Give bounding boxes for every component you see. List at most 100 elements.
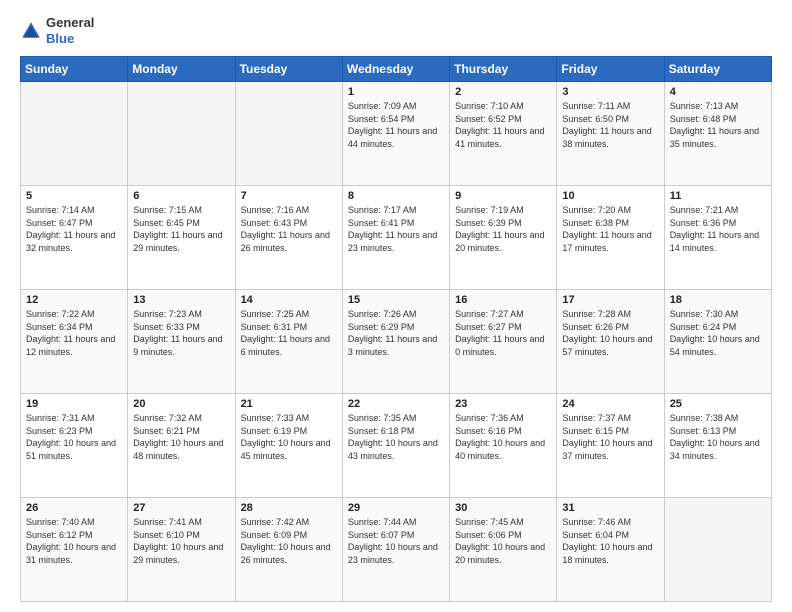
day-number: 30	[455, 502, 551, 514]
calendar-cell: 31 Sunrise: 7:46 AMSunset: 6:04 PMDayligh…	[557, 498, 664, 602]
day-info: Sunrise: 7:28 AMSunset: 6:26 PMDaylight:…	[562, 308, 658, 358]
calendar-cell	[235, 82, 342, 186]
day-info: Sunrise: 7:26 AMSunset: 6:29 PMDaylight:…	[348, 308, 444, 358]
day-number: 9	[455, 190, 551, 202]
logo-text: General Blue	[46, 15, 94, 46]
day-info: Sunrise: 7:37 AMSunset: 6:15 PMDaylight:…	[562, 412, 658, 462]
day-number: 14	[241, 294, 337, 306]
calendar-cell: 10 Sunrise: 7:20 AMSunset: 6:38 PMDayligh…	[557, 186, 664, 290]
day-number: 8	[348, 190, 444, 202]
calendar-cell: 25 Sunrise: 7:38 AMSunset: 6:13 PMDayligh…	[664, 394, 771, 498]
weekday-header: Thursday	[450, 57, 557, 82]
day-number: 17	[562, 294, 658, 306]
calendar-cell: 2Sunrise: 7:10 AMSunset: 6:52 PMDaylight…	[450, 82, 557, 186]
day-info: Sunrise: 7:20 AMSunset: 6:38 PMDaylight:…	[562, 204, 658, 254]
weekday-header: Tuesday	[235, 57, 342, 82]
day-info: Sunrise: 7:27 AMSunset: 6:27 PMDaylight:…	[455, 308, 551, 358]
day-info: Sunrise: 7:22 AMSunset: 6:34 PMDaylight:…	[26, 308, 122, 358]
calendar-cell: 21Sunrise: 7:33 AMSunset: 6:19 PMDayligh…	[235, 394, 342, 498]
day-number: 29	[348, 502, 444, 514]
day-number: 16	[455, 294, 551, 306]
day-number: 10	[562, 190, 658, 202]
day-info: Sunrise: 7:19 AMSunset: 6:39 PMDaylight:…	[455, 204, 551, 254]
calendar-cell: 5 Sunrise: 7:14 AMSunset: 6:47 PMDaylight…	[21, 186, 128, 290]
day-number: 23	[455, 398, 551, 410]
day-info: Sunrise: 7:35 AMSunset: 6:18 PMDaylight:…	[348, 412, 444, 462]
page: General Blue SundayMondayTuesdayWednesda…	[0, 0, 792, 612]
calendar-cell: 16 Sunrise: 7:27 AMSunset: 6:27 PMDayligh…	[450, 290, 557, 394]
day-info: Sunrise: 7:38 AMSunset: 6:13 PMDaylight:…	[670, 412, 766, 462]
day-info: Sunrise: 7:17 AMSunset: 6:41 PMDaylight:…	[348, 204, 444, 254]
weekday-header: Saturday	[664, 57, 771, 82]
day-info: Sunrise: 7:14 AMSunset: 6:47 PMDaylight:…	[26, 204, 122, 254]
day-number: 31	[562, 502, 658, 514]
day-number: 15	[348, 294, 444, 306]
day-number: 26	[26, 502, 122, 514]
day-number: 3	[562, 86, 658, 98]
logo: General Blue	[20, 15, 94, 46]
calendar-cell: 18 Sunrise: 7:30 AMSunset: 6:24 PMDayligh…	[664, 290, 771, 394]
calendar-cell: 11 Sunrise: 7:21 AMSunset: 6:36 PMDayligh…	[664, 186, 771, 290]
day-number: 18	[670, 294, 766, 306]
calendar-cell: 20 Sunrise: 7:32 AMSunset: 6:21 PMDayligh…	[128, 394, 235, 498]
day-info: Sunrise: 7:42 AMSunset: 6:09 PMDaylight:…	[241, 516, 337, 566]
calendar-cell	[21, 82, 128, 186]
calendar-cell: 19 Sunrise: 7:31 AMSunset: 6:23 PMDayligh…	[21, 394, 128, 498]
day-info: Sunrise: 7:46 AMSunset: 6:04 PMDaylight:…	[562, 516, 658, 566]
day-info: Sunrise: 7:32 AMSunset: 6:21 PMDaylight:…	[133, 412, 229, 462]
day-number: 6	[133, 190, 229, 202]
calendar-cell: 15 Sunrise: 7:26 AMSunset: 6:29 PMDayligh…	[342, 290, 449, 394]
calendar-cell: 24 Sunrise: 7:37 AMSunset: 6:15 PMDayligh…	[557, 394, 664, 498]
day-number: 20	[133, 398, 229, 410]
calendar-cell: 17 Sunrise: 7:28 AMSunset: 6:26 PMDayligh…	[557, 290, 664, 394]
weekday-header: Sunday	[21, 57, 128, 82]
day-number: 21	[241, 398, 337, 410]
day-number: 1	[348, 86, 444, 98]
calendar-cell	[128, 82, 235, 186]
calendar-cell: 26 Sunrise: 7:40 AMSunset: 6:12 PMDayligh…	[21, 498, 128, 602]
day-info: Sunrise: 7:13 AMSunset: 6:48 PMDaylight:…	[670, 100, 766, 150]
calendar-cell: 1 Sunrise: 7:09 AMSunset: 6:54 PMDaylight…	[342, 82, 449, 186]
day-info: Sunrise: 7:41 AMSunset: 6:10 PMDaylight:…	[133, 516, 229, 566]
calendar-cell: 28 Sunrise: 7:42 AMSunset: 6:09 PMDayligh…	[235, 498, 342, 602]
day-info: Sunrise: 7:40 AMSunset: 6:12 PMDaylight:…	[26, 516, 122, 566]
day-number: 13	[133, 294, 229, 306]
day-number: 22	[348, 398, 444, 410]
day-number: 4	[670, 86, 766, 98]
calendar-cell: 27 Sunrise: 7:41 AMSunset: 6:10 PMDayligh…	[128, 498, 235, 602]
calendar-cell: 12Sunrise: 7:22 AMSunset: 6:34 PMDayligh…	[21, 290, 128, 394]
day-number: 25	[670, 398, 766, 410]
day-number: 19	[26, 398, 122, 410]
day-info: Sunrise: 7:31 AMSunset: 6:23 PMDaylight:…	[26, 412, 122, 462]
day-info: Sunrise: 7:25 AMSunset: 6:31 PMDaylight:…	[241, 308, 337, 358]
day-info: Sunrise: 7:30 AMSunset: 6:24 PMDaylight:…	[670, 308, 766, 358]
day-info: Sunrise: 7:23 AMSunset: 6:33 PMDaylight:…	[133, 308, 229, 358]
calendar-cell: 14 Sunrise: 7:25 AMSunset: 6:31 PMDayligh…	[235, 290, 342, 394]
calendar-table: SundayMondayTuesdayWednesdayThursdayFrid…	[20, 56, 772, 602]
day-number: 28	[241, 502, 337, 514]
day-info: Sunrise: 7:15 AMSunset: 6:45 PMDaylight:…	[133, 204, 229, 254]
calendar-cell: 13 Sunrise: 7:23 AMSunset: 6:33 PMDayligh…	[128, 290, 235, 394]
day-number: 11	[670, 190, 766, 202]
day-info: Sunrise: 7:11 AMSunset: 6:50 PMDaylight:…	[562, 100, 658, 150]
day-info: Sunrise: 7:09 AMSunset: 6:54 PMDaylight:…	[348, 100, 444, 150]
day-number: 5	[26, 190, 122, 202]
calendar-cell: 6 Sunrise: 7:15 AMSunset: 6:45 PMDaylight…	[128, 186, 235, 290]
header: General Blue	[20, 15, 772, 46]
weekday-header: Friday	[557, 57, 664, 82]
day-number: 27	[133, 502, 229, 514]
day-info: Sunrise: 7:21 AMSunset: 6:36 PMDaylight:…	[670, 204, 766, 254]
weekday-header: Monday	[128, 57, 235, 82]
calendar-cell	[664, 498, 771, 602]
calendar-cell: 22 Sunrise: 7:35 AMSunset: 6:18 PMDayligh…	[342, 394, 449, 498]
weekday-header: Wednesday	[342, 57, 449, 82]
calendar-cell: 9 Sunrise: 7:19 AMSunset: 6:39 PMDaylight…	[450, 186, 557, 290]
calendar-cell: 29Sunrise: 7:44 AMSunset: 6:07 PMDayligh…	[342, 498, 449, 602]
calendar-cell: 4 Sunrise: 7:13 AMSunset: 6:48 PMDaylight…	[664, 82, 771, 186]
day-info: Sunrise: 7:10 AMSunset: 6:52 PMDaylight:…	[455, 100, 551, 150]
calendar-cell: 7Sunrise: 7:16 AMSunset: 6:43 PMDaylight…	[235, 186, 342, 290]
calendar-cell: 8 Sunrise: 7:17 AMSunset: 6:41 PMDaylight…	[342, 186, 449, 290]
logo-icon	[20, 20, 42, 42]
day-number: 24	[562, 398, 658, 410]
day-number: 7	[241, 190, 337, 202]
